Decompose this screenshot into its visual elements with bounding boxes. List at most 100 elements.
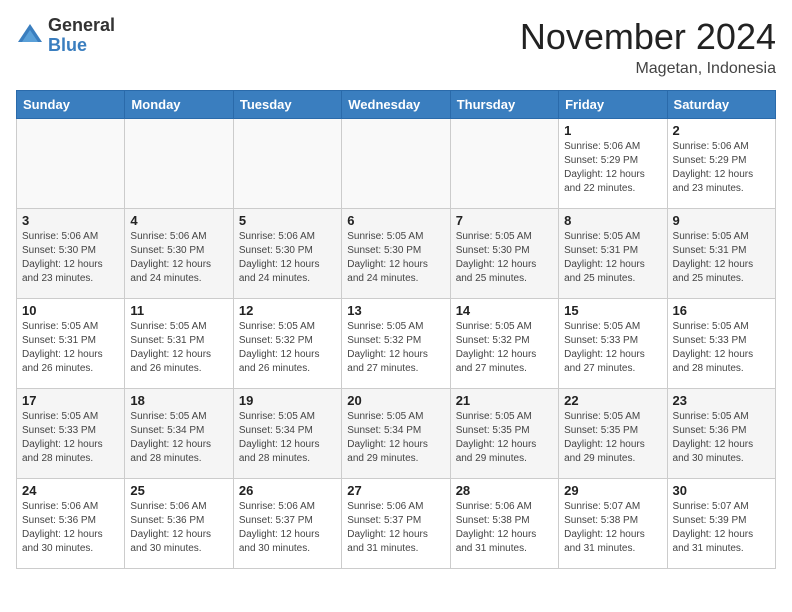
day-info: Sunrise: 5:05 AM Sunset: 5:32 PM Dayligh… — [347, 320, 444, 376]
calendar-cell: 19 Sunrise: 5:05 AM Sunset: 5:34 PM Dayli… — [233, 389, 341, 479]
day-info: Sunrise: 5:05 AM Sunset: 5:33 PM Dayligh… — [673, 320, 770, 376]
day-number: 12 — [239, 303, 336, 318]
day-info: Sunrise: 5:05 AM Sunset: 5:35 PM Dayligh… — [564, 410, 661, 466]
day-number: 5 — [239, 213, 336, 228]
day-info: Sunrise: 5:06 AM Sunset: 5:38 PM Dayligh… — [456, 500, 553, 556]
calendar-cell: 4Sunrise: 5:06 AM Sunset: 5:30 PM Daylig… — [125, 209, 233, 299]
calendar-week: 17 Sunrise: 5:05 AM Sunset: 5:33 PM Dayli… — [17, 389, 776, 479]
month-title: November 2024 — [520, 16, 776, 58]
day-number: 19 — [239, 393, 336, 408]
title-block: November 2024 Magetan, Indonesia — [520, 16, 776, 78]
calendar-cell: 28 Sunrise: 5:06 AM Sunset: 5:38 PM Dayli… — [450, 479, 558, 569]
day-info: Sunrise: 5:06 AM Sunset: 5:36 PM Dayligh… — [130, 500, 227, 556]
weekday-header: Monday — [125, 91, 233, 119]
calendar-cell: 24 Sunrise: 5:06 AM Sunset: 5:36 PM Dayli… — [17, 479, 125, 569]
calendar-cell — [233, 119, 341, 209]
day-number: 15 — [564, 303, 661, 318]
day-number: 20 — [347, 393, 444, 408]
day-number: 21 — [456, 393, 553, 408]
day-number: 26 — [239, 483, 336, 498]
page-header: General Blue November 2024 Magetan, Indo… — [16, 16, 776, 78]
calendar-week: 24 Sunrise: 5:06 AM Sunset: 5:36 PM Dayli… — [17, 479, 776, 569]
day-number: 6 — [347, 213, 444, 228]
weekday-header: Thursday — [450, 91, 558, 119]
calendar-cell: 7 Sunrise: 5:05 AM Sunset: 5:30 PM Daylig… — [450, 209, 558, 299]
day-number: 30 — [673, 483, 770, 498]
weekday-header: Friday — [559, 91, 667, 119]
day-info: Sunrise: 5:05 AM Sunset: 5:31 PM Dayligh… — [130, 320, 227, 376]
weekday-header: Saturday — [667, 91, 775, 119]
day-info: Sunrise: 5:05 AM Sunset: 5:30 PM Dayligh… — [347, 230, 444, 286]
calendar-cell: 16 Sunrise: 5:05 AM Sunset: 5:33 PM Dayli… — [667, 299, 775, 389]
day-number: 9 — [673, 213, 770, 228]
day-number: 3 — [22, 213, 119, 228]
logo-icon — [16, 22, 44, 50]
day-number: 22 — [564, 393, 661, 408]
day-number: 16 — [673, 303, 770, 318]
day-info: Sunrise: 5:05 AM Sunset: 5:34 PM Dayligh… — [347, 410, 444, 466]
calendar-cell: 29Sunrise: 5:07 AM Sunset: 5:38 PM Dayli… — [559, 479, 667, 569]
day-info: Sunrise: 5:05 AM Sunset: 5:31 PM Dayligh… — [564, 230, 661, 286]
day-number: 10 — [22, 303, 119, 318]
location: Magetan, Indonesia — [520, 60, 776, 78]
calendar-cell — [125, 119, 233, 209]
calendar-cell: 6 Sunrise: 5:05 AM Sunset: 5:30 PM Daylig… — [342, 209, 450, 299]
day-info: Sunrise: 5:06 AM Sunset: 5:37 PM Dayligh… — [347, 500, 444, 556]
logo: General Blue — [16, 16, 115, 56]
day-info: Sunrise: 5:07 AM Sunset: 5:39 PM Dayligh… — [673, 500, 770, 556]
calendar-cell: 23 Sunrise: 5:05 AM Sunset: 5:36 PM Dayli… — [667, 389, 775, 479]
day-info: Sunrise: 5:05 AM Sunset: 5:32 PM Dayligh… — [239, 320, 336, 376]
day-number: 11 — [130, 303, 227, 318]
day-info: Sunrise: 5:05 AM Sunset: 5:36 PM Dayligh… — [673, 410, 770, 466]
calendar-cell: 30 Sunrise: 5:07 AM Sunset: 5:39 PM Dayli… — [667, 479, 775, 569]
calendar-cell: 13 Sunrise: 5:05 AM Sunset: 5:32 PM Dayli… — [342, 299, 450, 389]
calendar-cell — [17, 119, 125, 209]
calendar-header: SundayMondayTuesdayWednesdayThursdayFrid… — [17, 91, 776, 119]
day-number: 17 — [22, 393, 119, 408]
day-info: Sunrise: 5:05 AM Sunset: 5:31 PM Dayligh… — [22, 320, 119, 376]
day-info: Sunrise: 5:06 AM Sunset: 5:37 PM Dayligh… — [239, 500, 336, 556]
weekday-header: Sunday — [17, 91, 125, 119]
day-info: Sunrise: 5:06 AM Sunset: 5:29 PM Dayligh… — [673, 140, 770, 196]
calendar-cell: 25 Sunrise: 5:06 AM Sunset: 5:36 PM Dayli… — [125, 479, 233, 569]
calendar-cell — [450, 119, 558, 209]
day-number: 13 — [347, 303, 444, 318]
day-number: 27 — [347, 483, 444, 498]
calendar-cell: 11 Sunrise: 5:05 AM Sunset: 5:31 PM Dayli… — [125, 299, 233, 389]
day-number: 23 — [673, 393, 770, 408]
calendar-cell: 1 Sunrise: 5:06 AM Sunset: 5:29 PM Daylig… — [559, 119, 667, 209]
day-info: Sunrise: 5:05 AM Sunset: 5:35 PM Dayligh… — [456, 410, 553, 466]
day-info: Sunrise: 5:05 AM Sunset: 5:34 PM Dayligh… — [130, 410, 227, 466]
calendar-cell: 12 Sunrise: 5:05 AM Sunset: 5:32 PM Dayli… — [233, 299, 341, 389]
calendar-cell: 26 Sunrise: 5:06 AM Sunset: 5:37 PM Dayli… — [233, 479, 341, 569]
weekday-header: Wednesday — [342, 91, 450, 119]
day-number: 1 — [564, 123, 661, 138]
calendar-cell: 17 Sunrise: 5:05 AM Sunset: 5:33 PM Dayli… — [17, 389, 125, 479]
day-info: Sunrise: 5:05 AM Sunset: 5:34 PM Dayligh… — [239, 410, 336, 466]
day-info: Sunrise: 5:05 AM Sunset: 5:31 PM Dayligh… — [673, 230, 770, 286]
calendar-cell: 22 Sunrise: 5:05 AM Sunset: 5:35 PM Dayli… — [559, 389, 667, 479]
calendar-cell: 18 Sunrise: 5:05 AM Sunset: 5:34 PM Dayli… — [125, 389, 233, 479]
day-info: Sunrise: 5:06 AM Sunset: 5:29 PM Dayligh… — [564, 140, 661, 196]
calendar-cell: 14 Sunrise: 5:05 AM Sunset: 5:32 PM Dayli… — [450, 299, 558, 389]
day-number: 18 — [130, 393, 227, 408]
day-number: 7 — [456, 213, 553, 228]
calendar-cell: 9 Sunrise: 5:05 AM Sunset: 5:31 PM Daylig… — [667, 209, 775, 299]
calendar-cell: 3 Sunrise: 5:06 AM Sunset: 5:30 PM Daylig… — [17, 209, 125, 299]
calendar-week: 3 Sunrise: 5:06 AM Sunset: 5:30 PM Daylig… — [17, 209, 776, 299]
day-number: 8 — [564, 213, 661, 228]
day-info: Sunrise: 5:06 AM Sunset: 5:30 PM Dayligh… — [130, 230, 227, 286]
day-info: Sunrise: 5:07 AM Sunset: 5:38 PM Dayligh… — [564, 500, 661, 556]
calendar-cell: 27 Sunrise: 5:06 AM Sunset: 5:37 PM Dayli… — [342, 479, 450, 569]
day-info: Sunrise: 5:05 AM Sunset: 5:33 PM Dayligh… — [22, 410, 119, 466]
day-number: 25 — [130, 483, 227, 498]
day-info: Sunrise: 5:05 AM Sunset: 5:32 PM Dayligh… — [456, 320, 553, 376]
day-number: 28 — [456, 483, 553, 498]
day-info: Sunrise: 5:05 AM Sunset: 5:30 PM Dayligh… — [456, 230, 553, 286]
day-info: Sunrise: 5:05 AM Sunset: 5:33 PM Dayligh… — [564, 320, 661, 376]
day-info: Sunrise: 5:06 AM Sunset: 5:30 PM Dayligh… — [22, 230, 119, 286]
day-number: 14 — [456, 303, 553, 318]
calendar-cell: 10 Sunrise: 5:05 AM Sunset: 5:31 PM Dayli… — [17, 299, 125, 389]
day-number: 24 — [22, 483, 119, 498]
day-info: Sunrise: 5:06 AM Sunset: 5:36 PM Dayligh… — [22, 500, 119, 556]
